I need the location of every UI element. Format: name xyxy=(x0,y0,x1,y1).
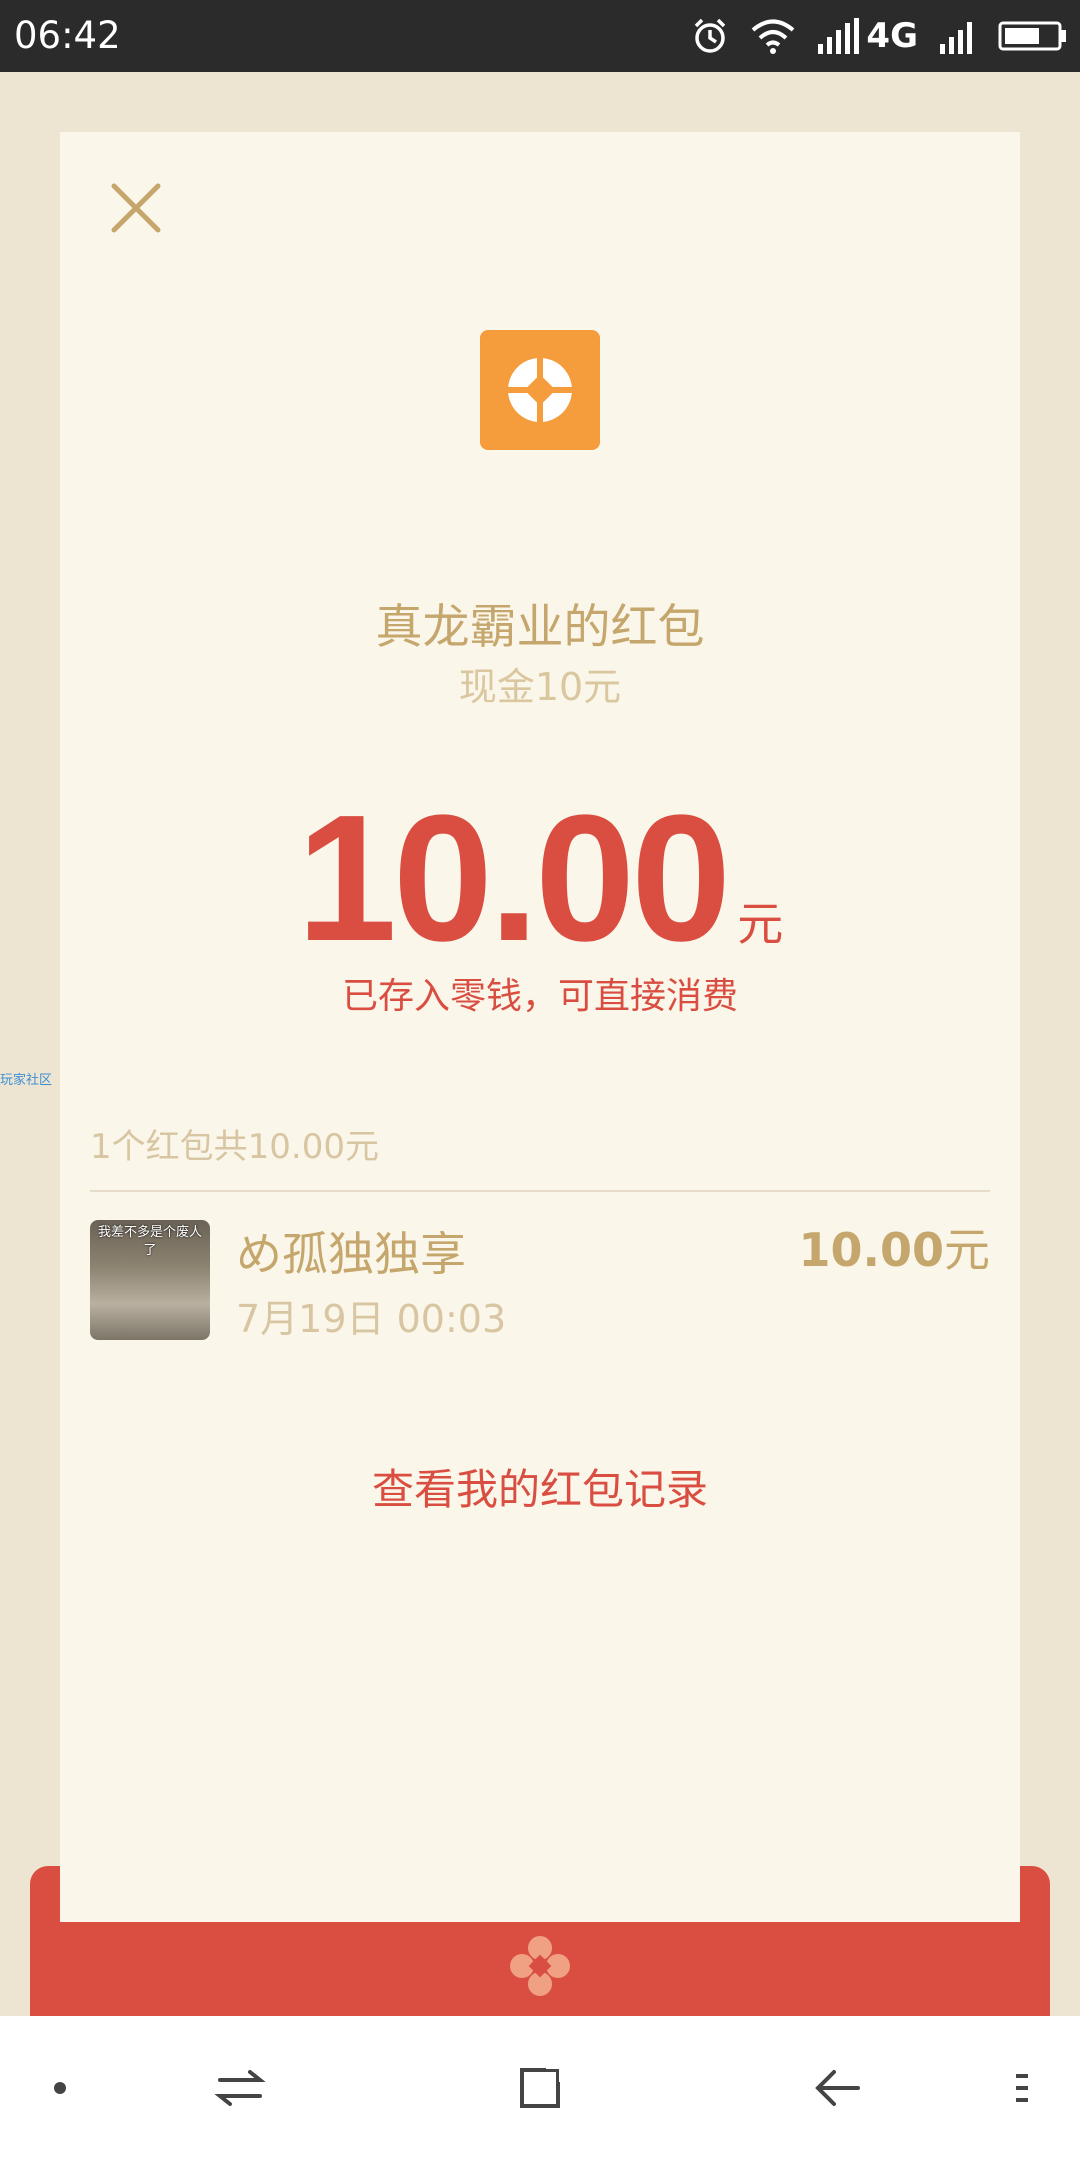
back-icon[interactable] xyxy=(806,2056,870,2120)
status-time: 06:42 xyxy=(14,14,121,57)
close-button[interactable] xyxy=(100,172,172,244)
sender-title: 真龙霸业的红包 xyxy=(375,600,705,655)
deposit-note: 已存入零钱，可直接消费 xyxy=(341,976,738,1017)
received-amount: 10.00 元 xyxy=(60,784,1020,974)
network-type-label: 4G xyxy=(866,16,918,56)
more-icon[interactable] xyxy=(988,2056,1052,2120)
status-icons: 4G xyxy=(690,14,1068,58)
envelope-emblem-icon xyxy=(510,1936,570,1996)
app-logo-icon xyxy=(480,330,600,450)
switch-icon[interactable] xyxy=(208,2056,272,2120)
record-time: 7月19日 00:03 xyxy=(236,1297,507,1341)
recipient-name: め孤独独享 xyxy=(236,1227,466,1281)
red-packet-subtitle: 现金10元 xyxy=(458,665,622,709)
avatar-caption: 我差不多是个废人了 xyxy=(97,1225,202,1258)
menu-dot-icon[interactable] xyxy=(28,2056,92,2120)
alarm-icon xyxy=(695,18,726,53)
divider xyxy=(90,1190,990,1192)
side-watermark: 玩家社区 xyxy=(0,1073,53,1088)
signal-icon xyxy=(818,18,860,54)
close-icon xyxy=(111,183,161,233)
avatar[interactable]: 我差不多是个废人了 xyxy=(90,1220,210,1340)
amount-value: 10.00 xyxy=(296,778,731,979)
battery-icon xyxy=(998,21,1066,51)
amount-unit: 元 xyxy=(737,897,784,951)
home-square-icon[interactable] xyxy=(508,2056,572,2120)
envelope-zigzag-edge xyxy=(60,1922,1020,1936)
view-history-link[interactable]: 查看我的红包记录 xyxy=(60,1460,1020,1520)
wifi-icon xyxy=(752,19,795,54)
signal-icon xyxy=(940,22,972,54)
red-packet-detail-card: 真龙霸业的红包 现金10元 10.00 元 已存入零钱，可直接消费 1个红包共10… xyxy=(60,132,1020,1922)
navigation-bar xyxy=(0,2016,1080,2160)
record-amount-value: 10.00 xyxy=(798,1223,944,1277)
status-bar: 06:42 4G xyxy=(0,0,1080,72)
list-item[interactable]: 我差不多是个废人了 め孤独独享 7月19日 00:03 10.00元 xyxy=(90,1220,990,1344)
packet-summary: 1个红包共10.00元 xyxy=(90,1127,379,1167)
record-amount: 10.00元 xyxy=(798,1220,990,1280)
record-amount-unit: 元 xyxy=(944,1223,990,1277)
